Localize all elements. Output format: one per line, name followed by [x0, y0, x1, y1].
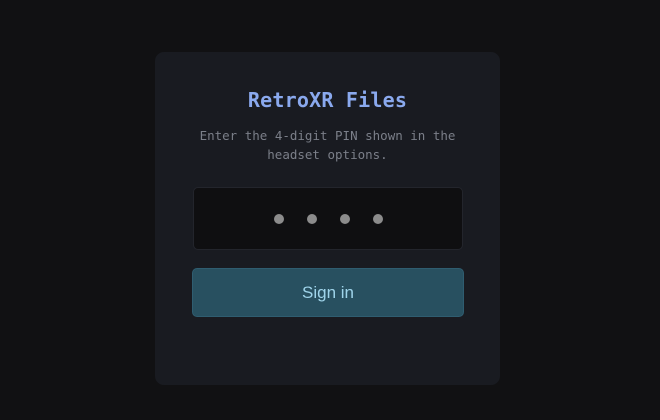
pin-dot — [306, 213, 317, 224]
pin-dot — [339, 213, 350, 224]
pin-dot — [372, 213, 383, 224]
login-card: RetroXR Files Enter the 4-digit PIN show… — [155, 52, 500, 385]
pin-input[interactable] — [193, 187, 463, 250]
pin-dot — [273, 213, 284, 224]
pin-instructions: Enter the 4-digit PIN shown in the heads… — [199, 128, 456, 162]
app-title: RetroXR Files — [247, 88, 408, 112]
sign-in-button[interactable]: Sign in — [192, 268, 464, 317]
